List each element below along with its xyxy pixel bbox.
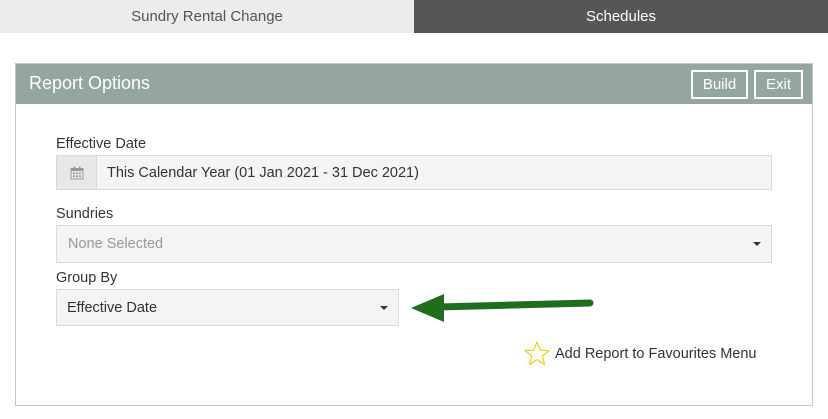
calendar-button[interactable] [57,156,97,189]
group-by-value: Effective Date [67,299,158,316]
tab-label: Sundry Rental Change [131,8,283,25]
caret-down-icon [380,305,388,310]
exit-button[interactable]: Exit [754,70,803,99]
sundries-placeholder: None Selected [68,236,164,252]
add-to-favourites-link[interactable]: Add Report to Favourites Menu [523,340,757,368]
calendar-icon [70,166,83,179]
build-button[interactable]: Build [691,70,748,99]
tab-label: Schedules [585,8,657,25]
sundries-select[interactable]: None Selected [56,225,772,263]
effective-date-field[interactable]: This Calendar Year (01 Jan 2021 - 31 Dec… [56,155,772,190]
sundries-label: Sundries [56,206,114,222]
group-by-label: Group By [56,270,118,286]
report-options-panel: Report Options Build Exit Effective Date… [15,63,813,406]
panel-header: Report Options Build Exit [16,64,812,104]
favourites-label: Add Report to Favourites Menu [555,346,757,362]
group-by-select[interactable]: Effective Date [56,289,399,326]
tab-bar: Sundry Rental Change Schedules [0,0,828,33]
green-arrow-icon [411,294,594,322]
caret-down-icon [753,242,761,246]
panel-title: Report Options [29,73,151,93]
effective-date-label: Effective Date [56,136,147,152]
star-outline-icon [524,341,550,366]
tab-sundry-rental-change[interactable]: Sundry Rental Change [0,0,414,33]
tab-schedules[interactable]: Schedules [414,0,828,33]
effective-date-value: This Calendar Year (01 Jan 2021 - 31 Dec… [107,164,419,181]
